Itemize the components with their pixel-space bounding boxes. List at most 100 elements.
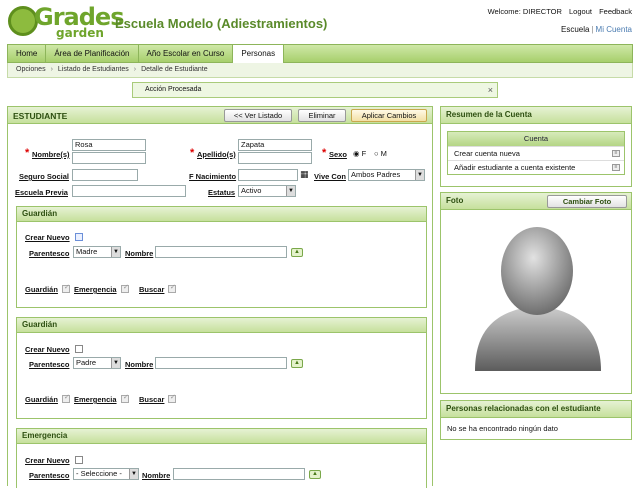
close-icon[interactable]: × [488, 83, 493, 97]
create-new-checkbox[interactable] [75, 233, 83, 241]
emergency-panel-title: Emergencia [17, 429, 426, 444]
ssn-label: Seguro Social [19, 172, 70, 181]
separator: | [591, 25, 594, 34]
school-title: Escuela Modelo (Adiestramientos) [115, 16, 328, 31]
guardian-name-input[interactable] [155, 357, 287, 369]
app-header: Grades garden Escuela Modelo (Adiestrami… [0, 0, 640, 44]
previous-school-label: Escuela Previa [15, 188, 68, 197]
my-account-link[interactable]: Mi Cuenta [596, 25, 632, 34]
create-new-label: Crear Nuevo [25, 233, 70, 242]
create-new-label: Crear Nuevo [25, 345, 70, 354]
relationship-label: Parentesco [29, 360, 70, 369]
search-check-label: Buscar [139, 395, 165, 404]
create-account-item[interactable]: Crear cuenta nueva ≡ [448, 146, 624, 160]
account-box-title: Cuenta [448, 132, 624, 146]
action-icon[interactable]: ≡ [612, 150, 620, 157]
relationship-value: - Seleccione - [76, 469, 122, 478]
birth-date-input[interactable] [238, 169, 298, 181]
name-label: Nombre(s) [32, 150, 70, 159]
guardian-panel-title: Guardián [17, 207, 426, 222]
tab-people[interactable]: Personas [233, 45, 285, 63]
create-new-checkbox[interactable] [75, 456, 83, 464]
delete-button[interactable]: Eliminar [298, 109, 346, 122]
photo-header: Foto Cambiar Foto [441, 193, 631, 210]
guardian-checkbox[interactable] [62, 393, 70, 403]
apply-changes-button[interactable]: Aplicar Cambios [351, 109, 427, 122]
logout-link[interactable]: Logout [569, 7, 592, 16]
guardian-checkbox[interactable] [62, 283, 70, 293]
school-link[interactable]: Escuela [561, 25, 589, 34]
emergency-check-label: Emergencia [74, 285, 117, 294]
relationship-label: Parentesco [29, 471, 70, 480]
action-icon[interactable]: ≡ [612, 164, 620, 171]
add-icon[interactable]: ▲ [291, 248, 303, 257]
required-marker: * [322, 147, 327, 159]
feedback-link[interactable]: Feedback [599, 7, 632, 16]
birth-date-label: F Nacimiento [189, 172, 237, 181]
create-account-label: Crear cuenta nueva [454, 149, 520, 158]
ssn-input[interactable] [72, 169, 138, 181]
emergency-name-label: Nombre [142, 471, 171, 480]
relationship-select[interactable]: Padre ▼ [73, 357, 121, 369]
last-name-input[interactable]: Zapata [238, 139, 312, 151]
main-nav: Home Área de Planificación Año Escolar e… [7, 44, 633, 63]
first-name-input-2[interactable] [72, 152, 146, 164]
status-select[interactable]: Activo ▼ [238, 185, 296, 197]
breadcrumb-student-detail: Detalle de Estudiante [141, 66, 208, 73]
photo-panel: Foto Cambiar Foto [440, 192, 632, 394]
welcome-bar: Welcome: DIRECTOR Logout Feedback [483, 7, 632, 16]
emergency-checkbox[interactable] [121, 393, 129, 403]
sex-m-label: M [380, 149, 387, 158]
add-to-account-label: Añadir estudiante a cuenta existente [454, 163, 576, 172]
account-nav: Escuela | Mi Cuenta [561, 25, 632, 34]
last-name-input-2[interactable] [238, 152, 312, 164]
lives-with-select[interactable]: Ambos Padres ▼ [348, 169, 425, 181]
photo-title: Foto [446, 196, 464, 205]
change-photo-button[interactable]: Cambiar Foto [547, 195, 627, 208]
back-to-list-button[interactable]: << Ver Listado [224, 109, 292, 122]
emergency-panel: Emergencia Crear Nuevo Parentesco - Sele… [16, 428, 427, 488]
account-box: Cuenta Crear cuenta nueva ≡ Añadir estudi… [447, 131, 625, 175]
search-checkbox[interactable] [168, 283, 176, 293]
breadcrumb-student-list[interactable]: Listado de Estudiantes [58, 66, 129, 73]
grades-garden-logo[interactable]: Grades garden [8, 3, 124, 40]
sex-f-radio[interactable]: ◉ F [353, 149, 366, 158]
chevron-down-icon: ▼ [286, 186, 295, 196]
breadcrumb-arrow-icon: › [133, 66, 137, 73]
relationship-value: Madre [76, 247, 98, 256]
tab-home[interactable]: Home [8, 45, 47, 62]
relationship-select[interactable]: Madre ▼ [73, 246, 121, 258]
guardian-name-label: Nombre [125, 360, 154, 369]
last-name-label: Apellido(s) [197, 150, 236, 159]
emergency-name-input[interactable] [173, 468, 305, 480]
lives-with-label: Vive Con [314, 172, 346, 181]
previous-school-input[interactable] [72, 185, 186, 197]
sex-m-radio[interactable]: ○ M [374, 149, 387, 158]
account-summary-title: Resumen de la Cuenta [441, 107, 631, 124]
chevron-down-icon: ▼ [129, 469, 138, 479]
tab-planning[interactable]: Área de Planificación [46, 45, 139, 62]
add-to-account-item[interactable]: Añadir estudiante a cuenta existente ≡ [448, 160, 624, 174]
student-panel: ESTUDIANTE << Ver Listado Eliminar Aplic… [7, 106, 433, 488]
calendar-icon[interactable]: ▦ [300, 169, 309, 180]
breadcrumb: Opciones › Listado de Estudiantes › Detalle … [7, 63, 633, 78]
breadcrumb-options[interactable]: Opciones [16, 66, 46, 73]
guardian-name-input[interactable] [155, 246, 287, 258]
add-icon[interactable]: ▲ [309, 470, 321, 479]
guardian-check-label: Guardián [25, 285, 58, 294]
status-value: Activo [241, 186, 262, 195]
search-checkbox[interactable] [168, 393, 176, 403]
add-icon[interactable]: ▲ [291, 359, 303, 368]
student-panel-title: ESTUDIANTE [13, 111, 68, 121]
create-new-checkbox[interactable] [75, 345, 83, 353]
tab-school-year[interactable]: Año Escolar en Curso [139, 45, 234, 62]
emergency-check-label: Emergencia [74, 395, 117, 404]
status-message: Acción Procesada × [132, 82, 498, 98]
guardian-check-label: Guardián [25, 395, 58, 404]
relationship-select[interactable]: - Seleccione - ▼ [73, 468, 139, 480]
breadcrumb-arrow-icon: › [50, 66, 53, 73]
lives-with-value: Ambos Padres [351, 170, 401, 179]
emergency-checkbox[interactable] [121, 283, 129, 293]
related-people-title: Personas relacionadas con el estudiante [441, 401, 631, 418]
first-name-input[interactable]: Rosa [72, 139, 146, 151]
